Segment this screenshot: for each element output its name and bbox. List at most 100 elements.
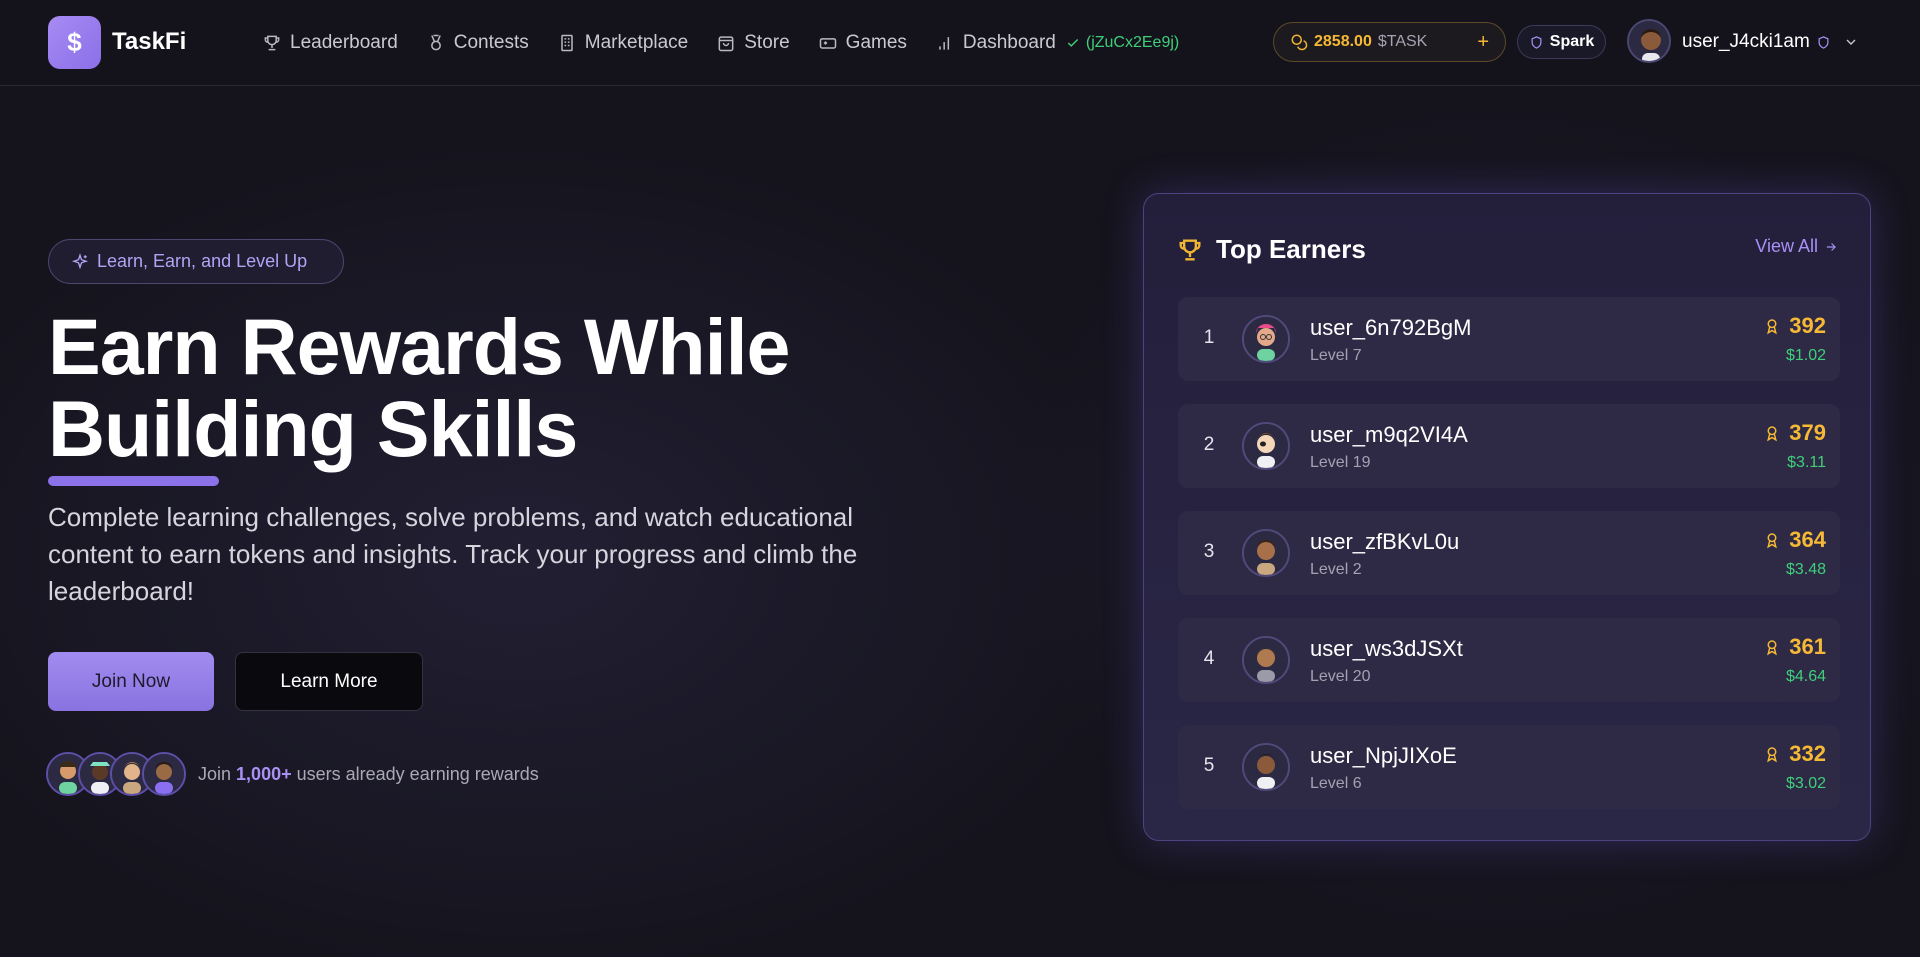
learn-more-button[interactable]: Learn More (235, 652, 423, 711)
avatar (1242, 529, 1290, 577)
earners-list: 1 user_6n792BgM Level 7 392 $1.02 2 user… (1178, 297, 1840, 832)
earner-usd: $3.02 (1785, 775, 1826, 792)
bar-chart-icon (939, 37, 950, 50)
trophy-icon (1179, 239, 1201, 260)
nav-link-label: Contests (453, 32, 529, 53)
hero-pill: Learn, Earn, and Level Up (48, 239, 344, 284)
award-icon (1767, 319, 1778, 335)
earner-level: Level 20 (1310, 668, 1371, 685)
earner-row[interactable]: 1 user_6n792BgM Level 7 392 $1.02 (1178, 297, 1840, 381)
check-icon (1067, 39, 1079, 47)
award-icon (1767, 747, 1778, 763)
points-value: 392 (1789, 313, 1826, 338)
coins-icon (1291, 34, 1308, 51)
sparkles-icon (71, 252, 89, 269)
nav-link-dashboard[interactable]: Dashboard (935, 32, 1056, 54)
earner-username: user_NpjJIXoE (1310, 743, 1457, 768)
earner-points: 392 (1763, 313, 1826, 339)
earner-level: Level 19 (1310, 454, 1371, 471)
user-menu[interactable]: user_J4cki1am (1682, 31, 1859, 53)
social-proof-text: Join 1,000+ users already earning reward… (198, 764, 539, 785)
shield-icon (1818, 35, 1829, 49)
earner-username: user_zfBKvL0u (1310, 529, 1460, 554)
chevron-down-icon[interactable] (1843, 34, 1859, 50)
tier-label: Spark (1549, 33, 1595, 50)
logo-icon[interactable]: $ (48, 16, 101, 69)
earner-points: 332 (1763, 741, 1826, 767)
nav-link-label: Dashboard (962, 32, 1056, 53)
hero-pill-label: Learn, Earn, and Level Up (97, 251, 308, 271)
avatar[interactable] (1627, 19, 1671, 63)
earner-username: user_ws3dJSXt (1310, 636, 1463, 661)
medal-icon (430, 34, 441, 51)
nav-link-games[interactable]: Games (818, 32, 907, 54)
rank-number: 4 (1203, 648, 1215, 669)
wallet-id: (jZuCx2Ee9j) (1085, 34, 1180, 51)
earner-points: 361 (1763, 634, 1826, 660)
award-icon (1767, 533, 1778, 549)
card-header: Top Earners (1176, 234, 1366, 265)
avatar (1242, 743, 1290, 791)
social-suffix: users already earning rewards (296, 763, 539, 784)
nav-link-contests[interactable]: Contests (426, 32, 529, 54)
earner-level: Level 2 (1310, 561, 1362, 578)
rank-number: 2 (1203, 434, 1215, 455)
nav-link-store[interactable]: Store (716, 32, 790, 54)
points-value: 364 (1789, 527, 1826, 552)
social-prefix: Join (198, 763, 232, 784)
award-icon (1767, 640, 1778, 656)
balance-amount: 2858.00 (1314, 33, 1372, 50)
join-now-button[interactable]: Join Now (48, 652, 214, 711)
avatar (1242, 422, 1290, 470)
page-title-line-1: Earn Rewards While (48, 302, 791, 391)
gamepad-icon (819, 38, 836, 49)
page: $ TaskFi Leaderboard Contests Marketplac… (0, 0, 1920, 957)
shopping-bag-icon (718, 36, 734, 52)
social-count: 1,000+ (236, 763, 292, 784)
earner-usd: $3.11 (1787, 454, 1826, 471)
page-title-line-2: Building Skills (48, 384, 578, 473)
avatar (1242, 636, 1290, 684)
nav-link-label: Marketplace (584, 32, 689, 53)
add-tokens-button[interactable]: + (1477, 31, 1489, 54)
avatar (1242, 315, 1290, 363)
rank-number: 5 (1203, 755, 1215, 776)
building-icon (561, 34, 573, 52)
username: user_J4cki1am (1682, 31, 1810, 52)
card-title: Top Earners (1216, 234, 1366, 264)
points-value: 361 (1789, 634, 1826, 659)
rank-number: 3 (1203, 541, 1215, 562)
rank-number: 1 (1203, 327, 1215, 348)
earner-points: 379 (1763, 420, 1826, 446)
nav-link-label: Games (845, 32, 907, 53)
earner-username: user_m9q2VI4A (1310, 422, 1468, 447)
token-balance[interactable]: 2858.00 $TASK + (1273, 22, 1506, 62)
earner-row[interactable]: 3 user_zfBKvL0u Level 2 364 $3.48 (1178, 511, 1840, 595)
nav-link-leaderboard[interactable]: Leaderboard (262, 32, 398, 54)
earner-row[interactable]: 4 user_ws3dJSXt Level 20 361 $4.64 (1178, 618, 1840, 702)
earner-row[interactable]: 5 user_NpjJIXoE Level 6 332 $3.02 (1178, 725, 1840, 809)
top-navbar: $ TaskFi Leaderboard Contests Marketplac… (0, 0, 1920, 86)
balance-unit: $TASK (1377, 33, 1428, 50)
earner-row[interactable]: 2 user_m9q2VI4A Level 19 379 $3.11 (1178, 404, 1840, 488)
nav-link-marketplace[interactable]: Marketplace (557, 32, 689, 54)
shield-icon (1531, 35, 1542, 49)
points-value: 332 (1789, 741, 1826, 766)
avatar (142, 752, 186, 796)
view-all-link[interactable]: View All (1755, 236, 1838, 257)
earner-usd: $3.48 (1785, 561, 1826, 578)
title-underline (48, 476, 219, 486)
earner-usd: $4.64 (1785, 668, 1826, 685)
page-title: Earn Rewards While Building Skills (48, 306, 848, 470)
earner-points: 364 (1763, 527, 1826, 553)
view-all-label: View All (1755, 236, 1818, 256)
hero-description: Complete learning challenges, solve prob… (48, 502, 858, 606)
earner-level: Level 7 (1310, 347, 1362, 364)
brand-name[interactable]: TaskFi (112, 28, 186, 56)
earner-level: Level 6 (1310, 775, 1362, 792)
earner-usd: $1.02 (1785, 347, 1826, 364)
nav-links: Leaderboard Contests Marketplace Store G… (262, 28, 1179, 58)
social-proof: Join 1,000+ users already earning reward… (46, 752, 539, 796)
nav-link-label: Store (744, 32, 790, 53)
tier-badge[interactable]: Spark (1517, 25, 1606, 59)
